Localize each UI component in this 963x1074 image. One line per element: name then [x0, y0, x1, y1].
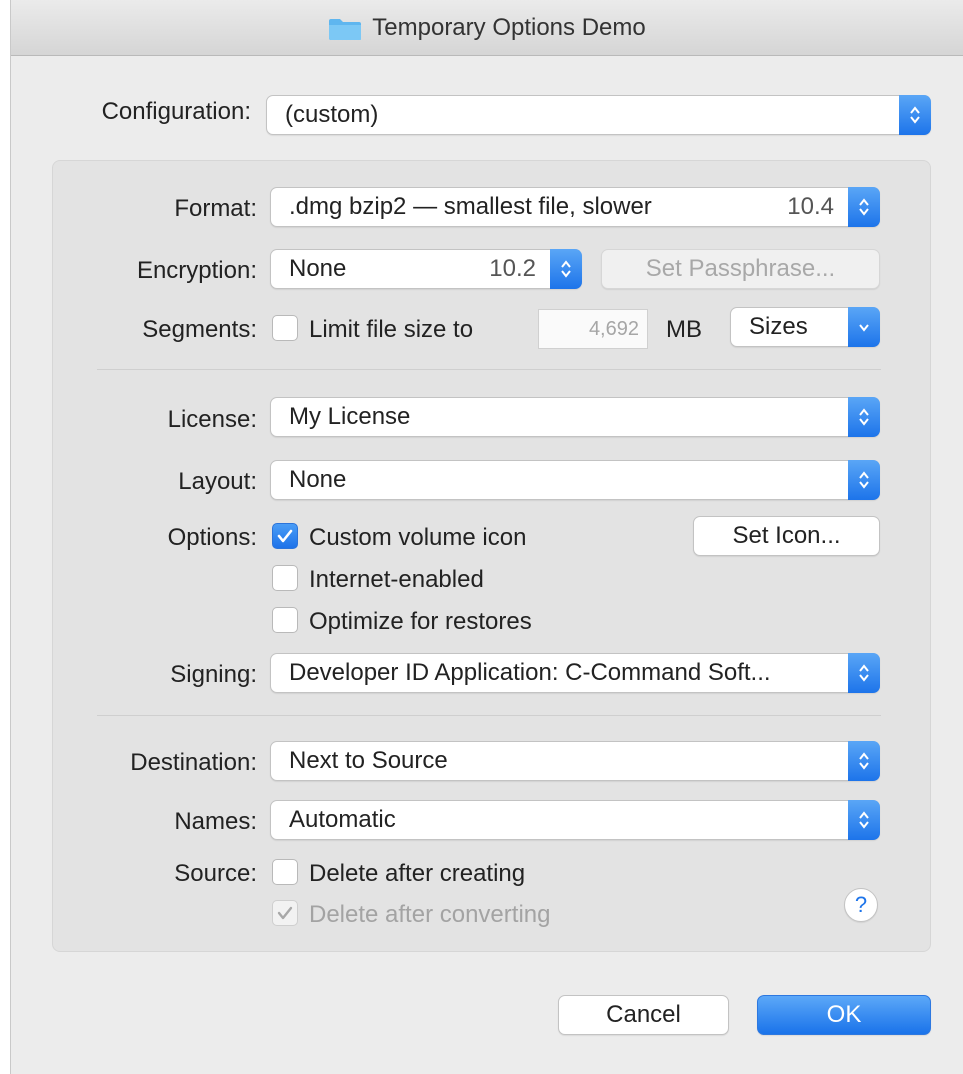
signing-label: Signing:	[170, 661, 257, 688]
signing-popup[interactable]: Developer ID Application: C-Command Soft…	[270, 653, 880, 693]
separator	[97, 715, 881, 716]
sizes-label: Sizes	[749, 313, 808, 340]
chevron-down-icon	[848, 307, 880, 347]
encryption-version: 10.2	[489, 255, 536, 282]
dialog-window: Temporary Options Demo Configuration: (c…	[10, 0, 963, 1074]
destination-popup[interactable]: Next to Source	[270, 741, 880, 781]
format-value: .dmg bzip2 — smallest file, slower	[289, 193, 652, 220]
chevron-updown-icon	[848, 397, 880, 437]
configuration-label: Configuration:	[101, 98, 251, 125]
set-icon-button[interactable]: Set Icon...	[693, 516, 880, 556]
chevron-updown-icon	[550, 249, 582, 289]
signing-value: Developer ID Application: C-Command Soft…	[289, 659, 771, 686]
internet-enabled-label: Internet-enabled	[309, 566, 484, 593]
optimize-restores-checkbox[interactable]	[272, 607, 298, 633]
delete-after-creating-checkbox[interactable]	[272, 859, 298, 885]
names-value: Automatic	[289, 806, 396, 833]
encryption-popup[interactable]: None 10.2	[270, 249, 582, 289]
checkmark-icon	[277, 529, 293, 543]
chevron-updown-icon	[848, 653, 880, 693]
title-bar: Temporary Options Demo	[11, 0, 963, 56]
options-label: Options:	[167, 524, 257, 551]
encryption-label: Encryption:	[136, 257, 257, 284]
size-unit-label: MB	[666, 316, 702, 343]
format-version: 10.4	[787, 193, 834, 220]
chevron-updown-icon	[848, 800, 880, 840]
window-title: Temporary Options Demo	[372, 13, 646, 41]
delete-after-converting-checkbox[interactable]	[272, 900, 298, 926]
layout-value: None	[289, 466, 347, 493]
set-passphrase-button[interactable]: Set Passphrase...	[601, 249, 880, 289]
internet-enabled-checkbox[interactable]	[272, 565, 298, 591]
folder-icon	[328, 17, 362, 41]
size-limit-field[interactable]: 4,692	[538, 309, 648, 349]
limit-size-label: Limit file size to	[309, 316, 474, 343]
ok-button[interactable]: OK	[757, 995, 931, 1035]
segments-label: Segments:	[142, 316, 257, 343]
destination-label: Destination:	[130, 749, 257, 776]
names-popup[interactable]: Automatic	[270, 800, 880, 840]
source-label: Source:	[174, 860, 257, 887]
format-popup[interactable]: .dmg bzip2 — smallest file, slower 10.4	[270, 187, 880, 227]
chevron-updown-icon	[899, 95, 931, 135]
license-popup[interactable]: My License	[270, 397, 880, 437]
chevron-updown-icon	[848, 741, 880, 781]
custom-volume-icon-checkbox[interactable]	[272, 523, 298, 549]
optimize-restores-label: Optimize for restores	[309, 608, 532, 635]
license-label: License:	[167, 406, 257, 433]
license-value: My License	[289, 403, 411, 430]
destination-value: Next to Source	[289, 747, 448, 774]
chevron-updown-icon	[848, 187, 880, 227]
limit-size-checkbox[interactable]	[272, 315, 298, 341]
delete-after-creating-label: Delete after creating	[309, 860, 526, 887]
format-label: Format:	[174, 195, 257, 222]
help-button[interactable]: ?	[844, 888, 878, 922]
layout-popup[interactable]: None	[270, 460, 880, 500]
chevron-updown-icon	[848, 460, 880, 500]
configuration-popup[interactable]: (custom)	[266, 95, 931, 135]
delete-after-converting-label: Delete after converting	[309, 901, 551, 928]
checkmark-icon	[277, 906, 293, 920]
configuration-value: (custom)	[285, 101, 379, 128]
separator	[97, 369, 881, 370]
cancel-button[interactable]: Cancel	[558, 995, 729, 1035]
layout-label: Layout:	[178, 468, 257, 495]
names-label: Names:	[174, 808, 257, 835]
sizes-popup[interactable]: Sizes	[730, 307, 880, 347]
encryption-value: None	[289, 255, 347, 282]
custom-volume-icon-label: Custom volume icon	[309, 524, 527, 551]
